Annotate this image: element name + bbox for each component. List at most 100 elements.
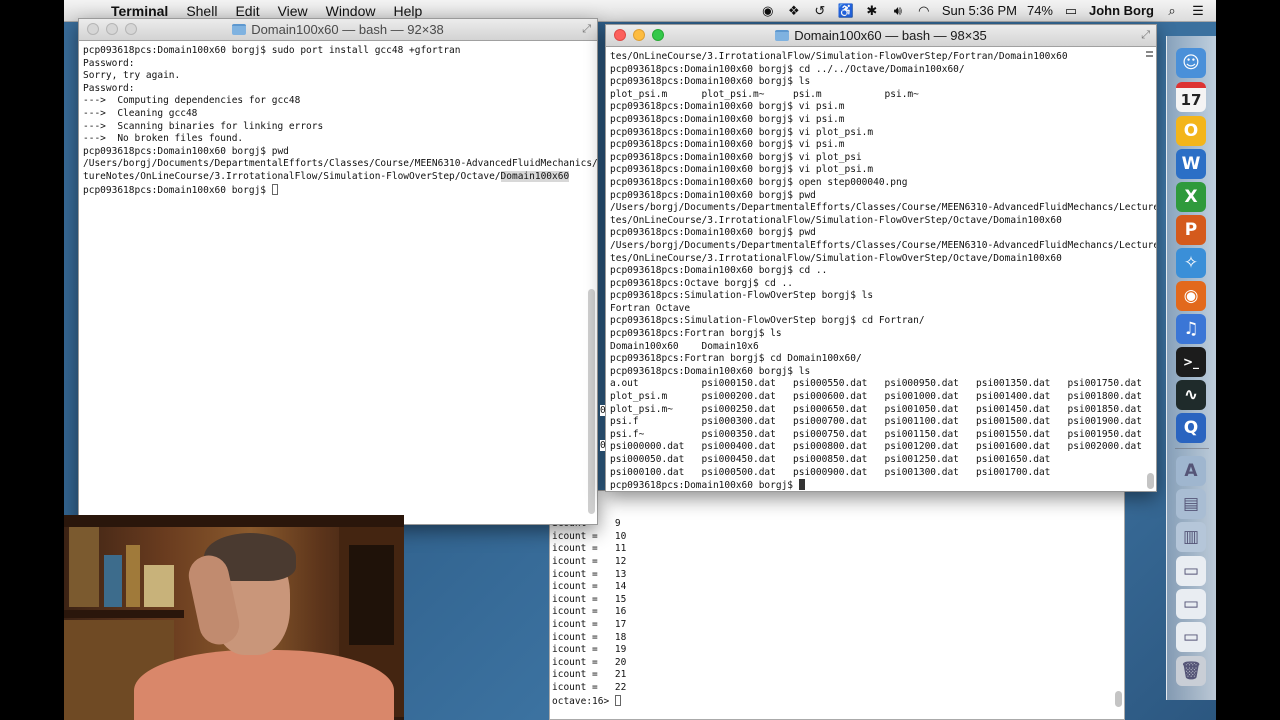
- safari-icon[interactable]: ✧: [1176, 248, 1206, 278]
- minimize-button[interactable]: [633, 29, 645, 41]
- terminal-line: pcp093618pcs:Octave borgj$ cd ..: [610, 277, 794, 289]
- terminal-line: psi000100.dat psi000500.dat psi000900.da…: [610, 466, 1051, 478]
- window-controls: [614, 29, 664, 41]
- menu-window[interactable]: Window: [317, 3, 385, 19]
- menu-shell[interactable]: Shell: [177, 3, 226, 19]
- menu-view[interactable]: View: [269, 3, 317, 19]
- terminal-line: psi000050.dat psi000450.dat psi000850.da…: [610, 454, 1051, 465]
- app-menu-terminal[interactable]: Terminal: [102, 3, 177, 19]
- menu-edit[interactable]: Edit: [226, 3, 268, 19]
- activity-monitor-icon[interactable]: ∿: [1176, 380, 1206, 410]
- terminal-line: pcp093618pcs:Domain100x60 borgj$ vi plot…: [610, 164, 874, 176]
- battery-icon[interactable]: ▭: [1063, 3, 1079, 19]
- trash-icon[interactable]: 🗑︎: [1176, 656, 1206, 686]
- accessibility-icon[interactable]: ♿: [838, 3, 854, 19]
- desktop: Terminal Shell Edit View Window Help ◉ ❖…: [64, 0, 1216, 720]
- left-scrollbar[interactable]: [588, 289, 595, 514]
- battery-percent[interactable]: 74%: [1027, 3, 1053, 18]
- terminal-output-right[interactable]: tes/OnLineCourse/3.IrrotationalFlow/Simu…: [606, 47, 1156, 491]
- terminal-icon[interactable]: >_: [1176, 347, 1206, 377]
- spotlight-search-icon[interactable]: ⌕: [1164, 3, 1180, 19]
- terminal-line: tes/OnLineCourse/3.IrrotationalFlow/Simu…: [610, 51, 1068, 62]
- terminal-line: pcp093618pcs:Domain100x60 borgj$ ls: [610, 365, 811, 377]
- octave-scrollbar[interactable]: [1115, 691, 1122, 707]
- text-cursor: [271, 183, 278, 195]
- terminal-line: ---> No broken files found.: [83, 133, 244, 145]
- webcam-overlay: [64, 515, 404, 720]
- window-2-icon[interactable]: ▭: [1176, 589, 1206, 619]
- titlebar-right[interactable]: Domain100x60 — bash — 98×35 ⤢: [606, 25, 1156, 47]
- status-area: ◉ ❖ ↺ ♿ ✱ 🔊︎ ◠ Sun 5:36 PM 74% ▭ John Bo…: [760, 3, 1216, 19]
- record-icon[interactable]: ◉: [760, 3, 776, 19]
- window-3-icon[interactable]: ▭: [1176, 622, 1206, 652]
- split-handle-icon[interactable]: [1146, 51, 1153, 57]
- time-machine-icon[interactable]: ↺: [812, 3, 828, 19]
- terminal-line: Password:: [83, 57, 135, 69]
- terminal-line: psi.f~ psi000350.dat psi000750.dat psi00…: [610, 428, 1142, 440]
- octave-line: icount = 15: [552, 593, 627, 605]
- terminal-line: psi000000.dat psi000400.dat psi000800.da…: [610, 441, 1142, 453]
- terminal-window-right[interactable]: Domain100x60 — bash — 98×35 ⤢ tes/OnLine…: [605, 24, 1157, 492]
- terminal-line: pcp093618pcs:Domain100x60 borgj$ cd ..: [610, 265, 828, 277]
- text-cursor: [614, 694, 621, 706]
- titlebar-left[interactable]: Domain100x60 — bash — 92×38 ⤢: [79, 19, 597, 41]
- word-icon[interactable]: W: [1176, 149, 1206, 179]
- terminal-line: tes/OnLineCourse/3.IrrotationalFlow/Simu…: [610, 252, 1062, 264]
- window-controls: [87, 23, 137, 35]
- applications-stack-icon[interactable]: A: [1176, 456, 1206, 486]
- menu-help[interactable]: Help: [384, 3, 431, 19]
- octave-line: icount = 13: [552, 568, 627, 580]
- downloads-stack-icon[interactable]: ▥: [1176, 522, 1206, 552]
- terminal-line: pcp093618pcs:Domain100x60 borgj$ pwd: [610, 189, 816, 201]
- octave-line: icount = 11: [552, 543, 627, 555]
- terminal-line: plot_psi.m plot_psi.m~ psi.m psi.m~: [610, 88, 919, 100]
- wifi-icon[interactable]: ◠: [916, 3, 932, 19]
- terminal-output-left[interactable]: pcp093618pcs:Domain100x60 borgj$ sudo po…: [79, 41, 597, 197]
- octave-window[interactable]: 78icount = 9icount = 10icount = 11icount…: [549, 490, 1125, 720]
- terminal-prompt: pcp093618pcs:Domain100x60 borgj$: [610, 479, 1150, 491]
- octave-line: icount = 12: [552, 555, 627, 567]
- octave-line: 7: [552, 493, 1118, 506]
- terminal-line: pcp093618pcs:Fortran borgj$ ls: [610, 328, 782, 340]
- user-name[interactable]: John Borg: [1089, 3, 1154, 18]
- excel-icon[interactable]: X: [1176, 182, 1206, 212]
- outlook-icon[interactable]: O: [1176, 116, 1206, 146]
- right-scrollbar[interactable]: [1147, 473, 1154, 489]
- window-1-icon[interactable]: ▭: [1176, 556, 1206, 586]
- terminal-line: pcp093618pcs:Domain100x60 borgj$ ls: [610, 76, 811, 88]
- octave-line: icount = 9: [552, 518, 621, 530]
- powerpoint-icon[interactable]: P: [1176, 215, 1206, 245]
- documents-stack-icon[interactable]: ▤: [1176, 489, 1206, 519]
- finder-icon[interactable]: ☺: [1176, 48, 1206, 78]
- terminal-line: a.out psi000150.dat psi000550.dat psi000…: [610, 378, 1142, 390]
- volume-icon[interactable]: 🔊︎: [890, 3, 906, 19]
- terminal-line: psi.f psi000300.dat psi000700.dat psi001…: [610, 416, 1142, 428]
- octave-output[interactable]: 78icount = 9icount = 10icount = 11icount…: [550, 491, 1124, 708]
- terminal-line: ---> Scanning binaries for linking error…: [83, 120, 324, 132]
- fullscreen-icon[interactable]: ⤢: [1141, 29, 1150, 42]
- firefox-icon[interactable]: ◉: [1176, 281, 1206, 311]
- fullscreen-icon[interactable]: ⤢: [582, 23, 591, 36]
- terminal-window-left[interactable]: Domain100x60 — bash — 92×38 ⤢ pcp093618p…: [78, 18, 598, 525]
- dropbox-icon[interactable]: ❖: [786, 3, 802, 19]
- itunes-icon[interactable]: ♫: [1176, 314, 1206, 344]
- octave-line: icount = 18: [552, 631, 627, 643]
- terminal-line: Sorry, try again.: [83, 70, 181, 82]
- zoom-button[interactable]: [125, 23, 137, 35]
- terminal-line: /Users/borgj/Documents/DepartmentalEffor…: [610, 239, 1156, 251]
- octave-line: icount = 21: [552, 669, 627, 681]
- close-button[interactable]: [87, 23, 99, 35]
- dock-separator: [1175, 448, 1209, 449]
- terminal-line: ---> Cleaning gcc48: [83, 107, 198, 119]
- zoom-button[interactable]: [652, 29, 664, 41]
- bluetooth-icon[interactable]: ✱: [864, 3, 880, 19]
- quicktime-icon[interactable]: Q: [1176, 413, 1206, 443]
- terminal-line: plot_psi.m~ psi000250.dat psi000650.dat …: [610, 403, 1142, 415]
- window-title: Domain100x60 — bash — 92×38: [251, 22, 444, 37]
- clock[interactable]: Sun 5:36 PM: [942, 3, 1017, 18]
- minimize-button[interactable]: [106, 23, 118, 35]
- ical-icon[interactable]: 17: [1176, 82, 1206, 112]
- selected-text[interactable]: Domain100x60: [500, 170, 570, 182]
- notification-center-icon[interactable]: ☰: [1190, 3, 1206, 19]
- close-button[interactable]: [614, 29, 626, 41]
